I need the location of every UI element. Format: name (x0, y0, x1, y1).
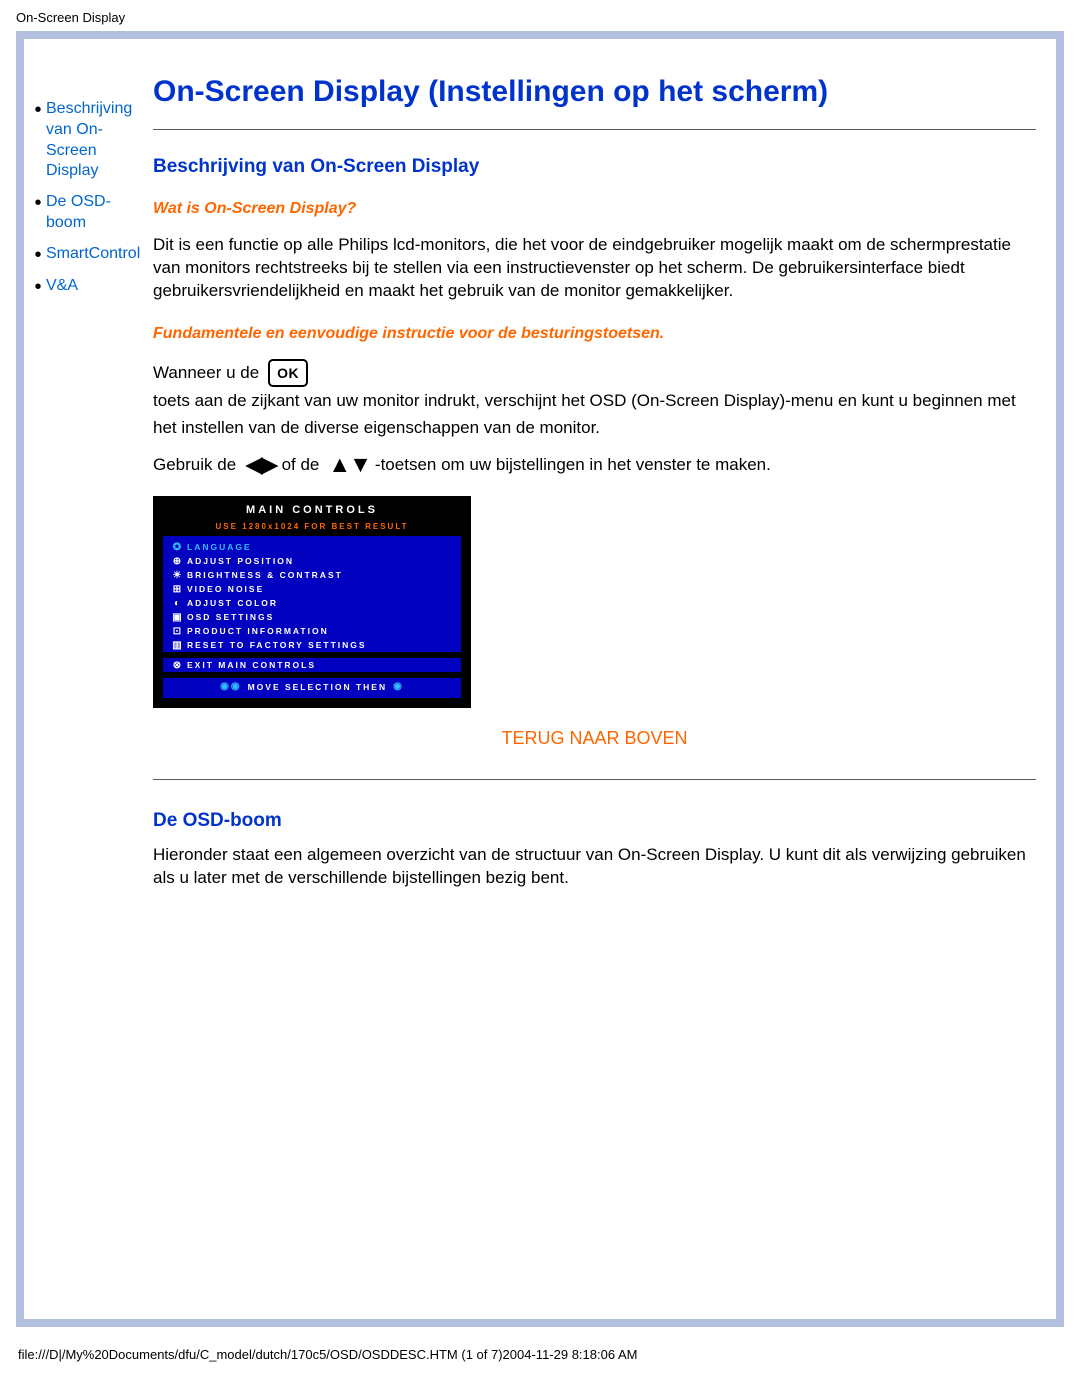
arrows-vertical-icon: ▲▼ (329, 453, 371, 476)
sidebar: • Beschrijving van On-Screen Display • D… (24, 39, 145, 308)
osd-item-product-info: ⊡ PRODUCT INFORMATION (169, 624, 455, 638)
osd-item-reset: ▥ RESET TO FACTORY SETTINGS (169, 638, 455, 652)
reset-icon: ▥ (169, 640, 187, 651)
brightness-icon: ☀ (169, 570, 187, 581)
osd-subtitle: USE 1280x1024 FOR BEST RESULT (163, 522, 461, 531)
back-to-top-link[interactable]: TERUG NAAR BOVEN (153, 728, 1036, 749)
osd-item-language: ✪ LANGUAGE (169, 540, 455, 554)
position-icon: ⊕ (169, 556, 187, 567)
inner-paper: • Beschrijving van On-Screen Display • D… (24, 39, 1056, 1319)
paragraph-intro: Dit is een functie op alle Philips lcd-m… (153, 234, 1036, 303)
section-heading-osd-boom: De OSD-boom (153, 810, 1036, 832)
info-icon: ⊡ (169, 626, 187, 637)
text-e: -toetsen om uw bijstellingen in het vens… (375, 451, 771, 478)
exit-icon: ⊗ (169, 660, 187, 671)
paragraph-instruction-2: Gebruik de ◀▶ of de ▲▼ -toetsen om uw bi… (153, 451, 1036, 478)
text-b: toets aan de zijkant van uw monitor indr… (153, 387, 1032, 441)
osd-item-label: RESET TO FACTORY SETTINGS (187, 640, 367, 650)
sidebar-item-label: De OSD-boom (46, 192, 145, 234)
divider (153, 129, 1036, 130)
osd-screenshot: MAIN CONTROLS USE 1280x1024 FOR BEST RES… (153, 496, 471, 708)
sidebar-item-label: SmartControl (46, 244, 140, 265)
osd-menu: ✪ LANGUAGE ⊕ ADJUST POSITION ☀ BRIGHTNES… (163, 536, 461, 698)
header-title: On-Screen Display (0, 0, 1080, 31)
sidebar-item-label: Beschrijving van On-Screen Display (46, 99, 145, 182)
osd-item-label: ADJUST POSITION (187, 556, 294, 566)
language-icon: ✪ (169, 542, 187, 553)
osd-footer: ◉◉ MOVE SELECTION THEN ◉ (169, 678, 455, 694)
subheading-fundamentele: Fundamentele en eenvoudige instructie vo… (153, 325, 1036, 343)
sidebar-item-va[interactable]: • V&A (30, 276, 145, 298)
bullet-icon: • (30, 99, 46, 121)
osd-item-brightness: ☀ BRIGHTNESS & CONTRAST (169, 568, 455, 582)
osd-item-label: PRODUCT INFORMATION (187, 626, 329, 636)
paragraph-osd-boom: Hieronder staat een algemeen overzicht v… (153, 844, 1036, 890)
osd-item-settings: ▣ OSD SETTINGS (169, 610, 455, 624)
osd-item-color: ◐ ADJUST COLOR (169, 596, 455, 610)
osd-item-label: VIDEO NOISE (187, 584, 264, 594)
arrows-horizontal-icon: ◀▶ (246, 453, 277, 476)
osd-item-video-noise: ⊞ VIDEO NOISE (169, 582, 455, 596)
osd-item-label: EXIT MAIN CONTROLS (187, 660, 316, 670)
subheading-wat-is: Wat is On-Screen Display? (153, 200, 1036, 218)
footer-file-path: file:///D|/My%20Documents/dfu/C_model/du… (0, 1327, 1080, 1382)
paragraph-instruction-1: Wanneer u de OK toets aan de zijkant van… (153, 359, 1036, 441)
color-icon: ◐ (169, 598, 187, 609)
osd-item-position: ⊕ ADJUST POSITION (169, 554, 455, 568)
bullet-icon: • (30, 192, 46, 214)
osd-item-label: ADJUST COLOR (187, 598, 278, 608)
settings-icon: ▣ (169, 612, 187, 623)
sidebar-item-osd-boom[interactable]: • De OSD-boom (30, 192, 145, 234)
move-icon-left: ◉◉ (220, 681, 241, 692)
osd-item-label: LANGUAGE (187, 542, 252, 552)
osd-title: MAIN CONTROLS (163, 504, 461, 516)
sidebar-item-beschrijving[interactable]: • Beschrijving van On-Screen Display (30, 99, 145, 182)
move-icon-right: ◉ (393, 681, 404, 692)
section-heading-beschrijving: Beschrijving van On-Screen Display (153, 156, 1036, 178)
sidebar-item-smartcontrol[interactable]: • SmartControl (30, 244, 145, 266)
text-a: Wanneer u de (153, 359, 259, 386)
text-c: Gebruik de (153, 451, 236, 478)
osd-footer-label: MOVE SELECTION THEN (248, 682, 388, 692)
text-d: of de (282, 451, 320, 478)
video-noise-icon: ⊞ (169, 584, 187, 595)
ok-button-icon: OK (268, 359, 308, 387)
osd-item-exit: ⊗ EXIT MAIN CONTROLS (169, 658, 455, 672)
main-content: On-Screen Display (Instellingen op het s… (145, 39, 1056, 932)
bullet-icon: • (30, 276, 46, 298)
bullet-icon: • (30, 244, 46, 266)
osd-item-label: OSD SETTINGS (187, 612, 274, 622)
divider (153, 779, 1036, 780)
osd-item-label: BRIGHTNESS & CONTRAST (187, 570, 343, 580)
outer-frame: • Beschrijving van On-Screen Display • D… (16, 31, 1064, 1327)
page-title: On-Screen Display (Instellingen op het s… (153, 75, 1036, 109)
sidebar-item-label: V&A (46, 276, 78, 297)
